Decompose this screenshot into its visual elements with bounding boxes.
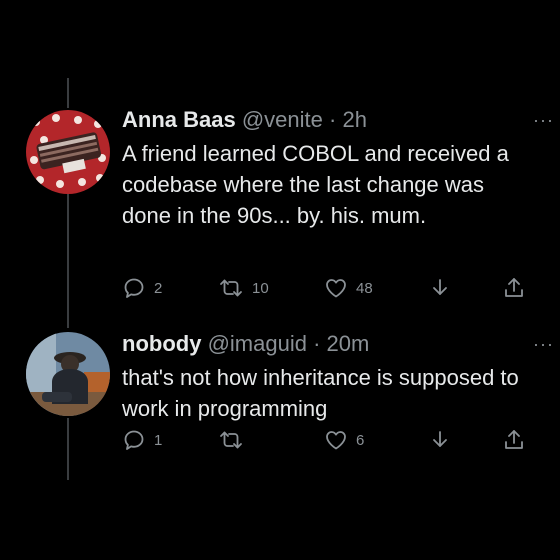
avatar[interactable]	[26, 110, 110, 194]
reply-count: 1	[154, 431, 163, 449]
reply-icon	[122, 276, 146, 300]
separator-dot: ·	[313, 331, 321, 356]
reply-icon	[122, 428, 146, 452]
like-count: 6	[356, 431, 365, 449]
tweet-header: nobody @imaguid · 20m	[122, 328, 532, 360]
retweet-icon	[218, 276, 244, 300]
reply-button[interactable]: 2	[122, 276, 162, 300]
like-button[interactable]: 48	[324, 276, 373, 300]
tweet-text: A friend learned COBOL and received a co…	[122, 141, 509, 228]
author-handle[interactable]: @venite	[242, 107, 323, 132]
tweet-actions: 1 6	[122, 428, 523, 454]
reply-count: 2	[154, 279, 163, 297]
author-name[interactable]: Anna Baas	[122, 107, 236, 132]
separator-dot: ·	[329, 107, 337, 132]
retweet-icon	[218, 428, 244, 452]
download-icon	[428, 276, 452, 300]
tweet-text: that's not how inheritance is supposed t…	[122, 365, 519, 421]
tweet[interactable]: Anna Baas @venite · 2h ··· A friend lear…	[122, 104, 553, 298]
share-button[interactable]	[502, 276, 526, 300]
avatar[interactable]	[26, 332, 110, 416]
like-count: 48	[356, 279, 373, 297]
more-options-icon[interactable]: ···	[533, 110, 554, 131]
thread-line	[67, 194, 69, 328]
timestamp[interactable]: 2h	[342, 107, 366, 132]
thread-line	[67, 78, 69, 108]
retweet-button[interactable]	[218, 428, 252, 452]
like-icon	[324, 428, 348, 452]
share-icon	[502, 276, 526, 300]
download-icon	[428, 428, 452, 452]
author-handle[interactable]: @imaguid	[208, 331, 307, 356]
tweet-actions: 2 10 48	[122, 276, 523, 302]
share-icon	[502, 428, 526, 452]
like-icon	[324, 276, 348, 300]
reply-button[interactable]: 1	[122, 428, 162, 452]
share-button[interactable]	[502, 428, 526, 452]
timestamp[interactable]: 20m	[327, 331, 370, 356]
thread-line	[67, 418, 69, 480]
retweet-button[interactable]: 10	[218, 276, 269, 300]
tweet[interactable]: nobody @imaguid · 20m ··· that's not how…	[122, 328, 553, 450]
tweet-header: Anna Baas @venite · 2h	[122, 104, 532, 136]
author-name[interactable]: nobody	[122, 331, 201, 356]
more-options-icon[interactable]: ···	[533, 334, 554, 355]
download-button[interactable]	[428, 276, 452, 300]
like-button[interactable]: 6	[324, 428, 364, 452]
retweet-count: 10	[252, 279, 269, 297]
download-button[interactable]	[428, 428, 452, 452]
